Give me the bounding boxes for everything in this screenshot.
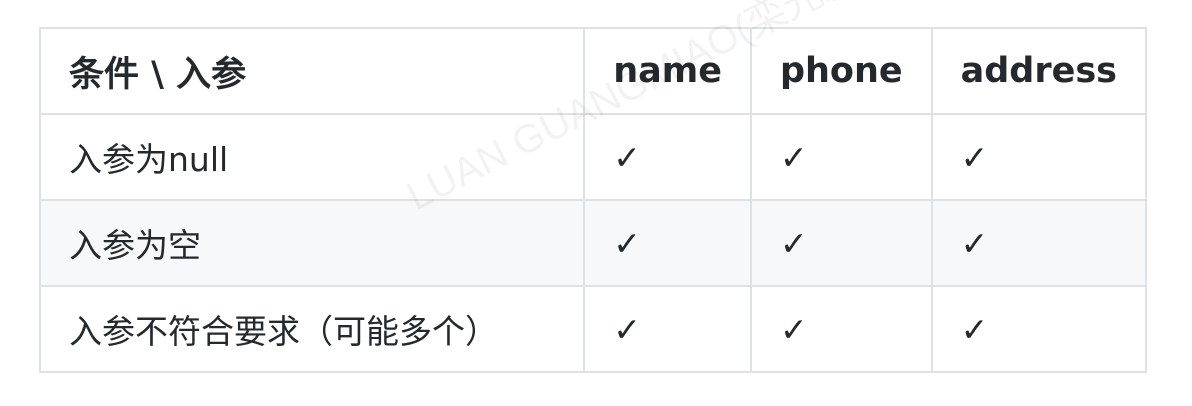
name-check-icon: ✓ <box>583 199 752 287</box>
header-address: address <box>930 27 1148 115</box>
table-row: 入参为null ✓ ✓ ✓ <box>38 113 1148 201</box>
phone-check-icon: ✓ <box>749 285 933 373</box>
name-check-icon: ✓ <box>583 285 752 373</box>
table-row: 入参为空 ✓ ✓ ✓ <box>38 199 1148 287</box>
name-check-icon: ✓ <box>583 113 752 201</box>
condition-cell: 入参为空 <box>38 199 586 287</box>
address-check-icon: ✓ <box>930 113 1148 201</box>
page: 条件 \ 入参 name phone address 入参为null ✓ ✓ ✓… <box>0 0 1192 406</box>
conditions-table: 条件 \ 入参 name phone address 入参为null ✓ ✓ ✓… <box>38 27 1148 373</box>
table-row: 入参不符合要求（可能多个） ✓ ✓ ✓ <box>38 285 1148 373</box>
header-condition: 条件 \ 入参 <box>38 27 586 115</box>
header-phone: phone <box>749 27 933 115</box>
table-header-row: 条件 \ 入参 name phone address <box>38 27 1148 115</box>
address-check-icon: ✓ <box>930 285 1148 373</box>
header-name: name <box>583 27 752 115</box>
phone-check-icon: ✓ <box>749 113 933 201</box>
phone-check-icon: ✓ <box>749 199 933 287</box>
condition-cell: 入参不符合要求（可能多个） <box>38 285 586 373</box>
condition-cell: 入参为null <box>38 113 586 201</box>
address-check-icon: ✓ <box>930 199 1148 287</box>
